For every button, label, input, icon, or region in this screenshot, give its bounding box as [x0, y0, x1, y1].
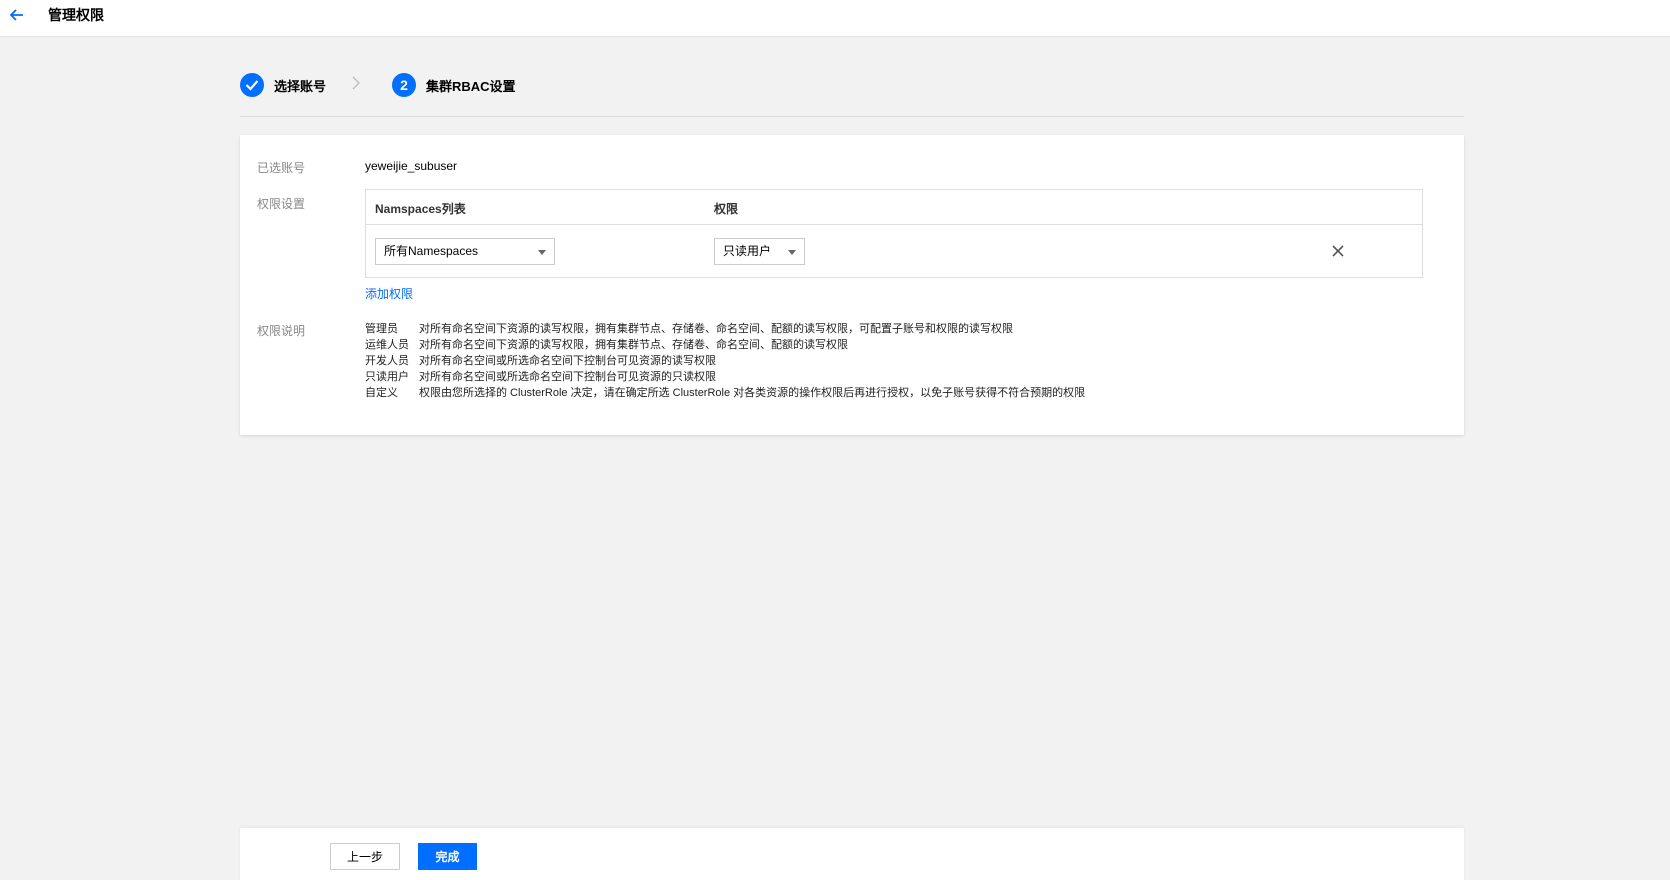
permission-label: 权限设置 — [257, 197, 306, 211]
previous-step-button[interactable]: 上一步 — [330, 843, 400, 870]
table-header: Namspaces列表 权限 — [366, 190, 1422, 225]
column-header-permission: 权限 — [714, 202, 739, 216]
caret-down-icon — [538, 250, 546, 255]
permission-select-value: 只读用户 — [723, 244, 772, 258]
account-label: 已选账号 — [257, 161, 306, 175]
chevron-right-icon — [352, 76, 360, 93]
top-bar: 管理权限 — [0, 0, 1670, 37]
permission-table: Namspaces列表 权限 所有Namespaces 只读用户 — [365, 189, 1423, 278]
add-permission-link[interactable]: 添加权限 — [365, 285, 413, 302]
done-button[interactable]: 完成 — [418, 843, 477, 870]
role-description: 权限由您所选择的 ClusterRole 决定，请在确定所选 ClusterRo… — [419, 387, 1086, 399]
column-header-namespaces: Namspaces列表 — [375, 202, 466, 216]
step-number: 2 — [392, 73, 416, 97]
role-name: 管理员 — [365, 323, 398, 335]
step-indicator: 选择账号 2 集群RBAC设置 — [240, 72, 1464, 117]
role-description: 对所有命名空间或所选命名空间下控制台可见资源的只读权限 — [419, 371, 716, 383]
role-description: 对所有命名空间下资源的读写权限，拥有集群节点、存储卷、命名空间、配额的读写权限，… — [419, 323, 1013, 335]
namespace-select-value: 所有Namespaces — [384, 244, 479, 258]
page-title: 管理权限 — [48, 7, 104, 23]
check-icon — [240, 73, 264, 97]
namespace-select[interactable]: 所有Namespaces — [375, 238, 555, 265]
description-line: 管理员 对所有命名空间下资源的读写权限，拥有集群节点、存储卷、命名空间、配额的读… — [365, 321, 1085, 337]
footer-bar: 上一步 完成 — [240, 828, 1464, 880]
role-name: 开发人员 — [365, 355, 409, 367]
caret-down-icon — [788, 250, 796, 255]
permission-descriptions: 管理员 对所有命名空间下资源的读写权限，拥有集群节点、存储卷、命名空间、配额的读… — [365, 321, 1085, 401]
description-line: 开发人员 对所有命名空间或所选命名空间下控制台可见资源的读写权限 — [365, 353, 1085, 369]
description-line: 只读用户 对所有命名空间或所选命名空间下控制台可见资源的只读权限 — [365, 369, 1085, 385]
description-label: 权限说明 — [257, 324, 306, 338]
back-arrow-icon[interactable] — [6, 4, 28, 26]
step-label: 集群RBAC设置 — [426, 78, 516, 94]
role-description: 对所有命名空间或所选命名空间下控制台可见资源的读写权限 — [419, 355, 716, 367]
close-icon[interactable] — [1330, 243, 1346, 259]
account-value: yeweijie_subuser — [365, 159, 458, 173]
role-description: 对所有命名空间下资源的读写权限，拥有集群节点、存储卷、命名空间、配额的读写权限 — [419, 339, 848, 351]
role-name: 只读用户 — [365, 371, 409, 383]
step-rbac-settings: 2 集群RBAC设置 — [392, 72, 516, 98]
role-name: 自定义 — [365, 387, 398, 399]
step-label: 选择账号 — [274, 78, 327, 94]
role-name: 运维人员 — [365, 339, 409, 351]
description-line: 自定义 权限由您所选择的 ClusterRole 决定，请在确定所选 Clust… — [365, 385, 1085, 401]
table-row: 所有Namespaces 只读用户 — [366, 225, 1422, 277]
permission-select[interactable]: 只读用户 — [714, 238, 805, 265]
description-line: 运维人员 对所有命名空间下资源的读写权限，拥有集群节点、存储卷、命名空间、配额的… — [365, 337, 1085, 353]
step-select-account: 选择账号 — [240, 72, 326, 98]
settings-card: 已选账号 yeweijie_subuser 权限设置 Namspaces列表 权… — [240, 135, 1464, 435]
